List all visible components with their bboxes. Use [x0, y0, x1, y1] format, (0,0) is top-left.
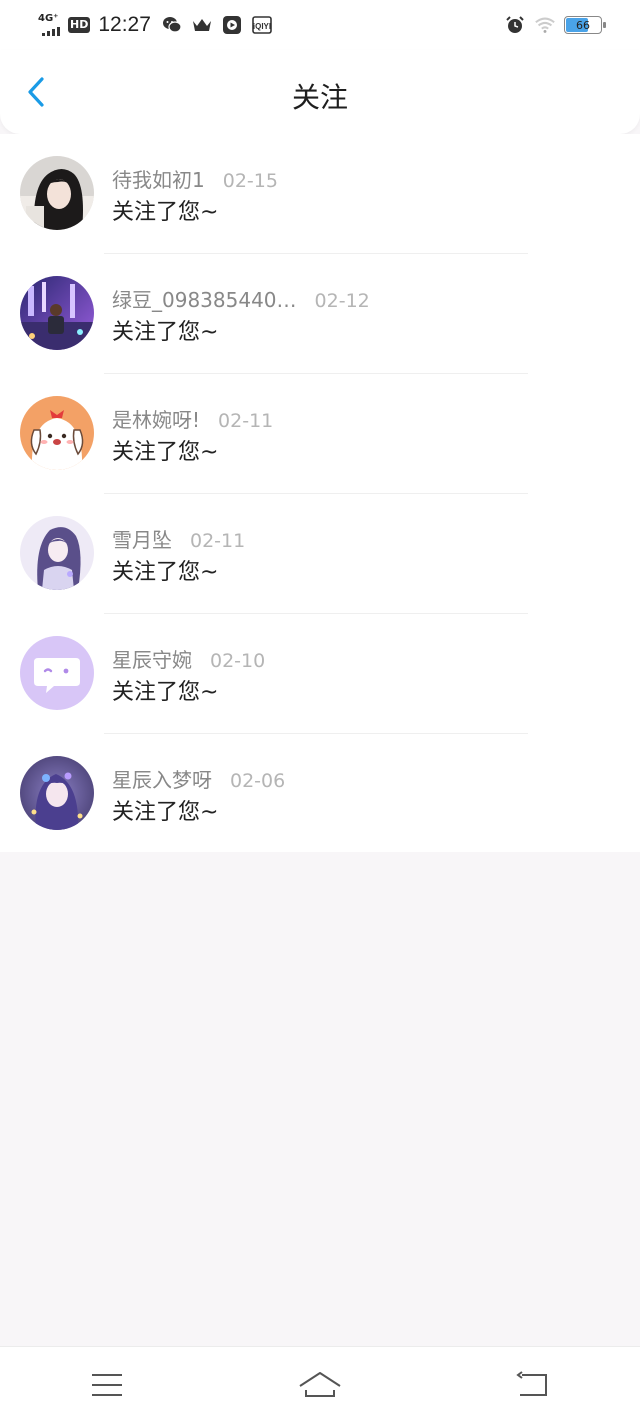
item-date: 02-10	[210, 650, 266, 672]
list-item[interactable]: 星辰守婉 02-10 关注了您~	[0, 614, 640, 734]
avatar[interactable]	[20, 156, 94, 230]
alarm-icon	[504, 14, 526, 36]
cellular-signal-icon: 4G⁺	[38, 14, 60, 36]
user-name[interactable]: 星辰入梦呀	[112, 764, 212, 793]
svg-text:iQIYI: iQIYI	[253, 22, 271, 31]
avatar[interactable]	[20, 516, 94, 590]
item-date: 02-11	[190, 530, 246, 552]
item-action: 关注了您~	[112, 440, 219, 465]
video-icon	[221, 14, 243, 36]
item-meta: 星辰入梦呀 02-06	[112, 764, 285, 793]
page-title: 关注	[291, 81, 348, 114]
list-item[interactable]: 是林婉呀! 02-11 关注了您~	[0, 374, 640, 494]
item-action: 关注了您~	[112, 320, 219, 345]
status-left: 4G⁺ HD 12:27 iQIYI	[38, 13, 273, 37]
item-action: 关注了您~	[112, 800, 219, 825]
follower-list: 待我如初1 02-15 关注了您~ 绿豆_098385440… 02-12 关注…	[0, 134, 640, 852]
user-name[interactable]: 绿豆_098385440…	[112, 284, 297, 313]
item-meta: 雪月坠 02-11	[112, 524, 245, 553]
status-right: 66	[504, 14, 606, 36]
item-action: 关注了您~	[112, 560, 219, 585]
list-item[interactable]: 待我如初1 02-15 关注了您~	[0, 134, 640, 254]
user-name[interactable]: 星辰守婉	[112, 644, 192, 673]
header: 关注	[0, 50, 640, 134]
iqiyi-icon: iQIYI	[251, 14, 273, 36]
item-meta: 是林婉呀! 02-11	[112, 404, 273, 433]
avatar[interactable]	[20, 756, 94, 830]
hd-badge: HD	[68, 17, 91, 33]
battery-indicator: 66	[564, 16, 606, 34]
back-icon	[516, 1370, 548, 1396]
wechat-icon	[161, 14, 183, 36]
item-meta: 待我如初1 02-15	[112, 164, 278, 193]
item-date: 02-06	[230, 770, 286, 792]
item-action: 关注了您~	[112, 680, 219, 705]
menu-button[interactable]	[77, 1360, 137, 1410]
avatar[interactable]	[20, 396, 94, 470]
item-meta: 绿豆_098385440… 02-12	[112, 284, 370, 313]
home-button[interactable]	[290, 1360, 350, 1410]
user-name[interactable]: 雪月坠	[112, 524, 172, 553]
avatar[interactable]	[20, 636, 94, 710]
user-name[interactable]: 是林婉呀!	[112, 404, 200, 433]
crown-icon	[191, 14, 213, 36]
home-icon	[299, 1371, 341, 1397]
status-bar: 4G⁺ HD 12:27 iQIYI 66	[0, 0, 640, 50]
wifi-icon	[534, 14, 556, 36]
item-date: 02-12	[314, 290, 370, 312]
user-name[interactable]: 待我如初1	[112, 164, 205, 193]
list-item[interactable]: 星辰入梦呀 02-06 关注了您~	[0, 734, 640, 854]
list-item[interactable]: 雪月坠 02-11 关注了您~	[0, 494, 640, 614]
item-meta: 星辰守婉 02-10	[112, 644, 265, 673]
item-date: 02-11	[218, 410, 274, 432]
clock: 12:27	[98, 13, 151, 36]
system-nav-bar	[0, 1346, 640, 1422]
item-action: 关注了您~	[112, 200, 219, 225]
menu-icon	[91, 1373, 122, 1396]
item-date: 02-15	[222, 170, 278, 192]
list-item[interactable]: 绿豆_098385440… 02-12 关注了您~	[0, 254, 640, 374]
back-nav-button[interactable]	[503, 1360, 563, 1410]
avatar[interactable]	[20, 276, 94, 350]
